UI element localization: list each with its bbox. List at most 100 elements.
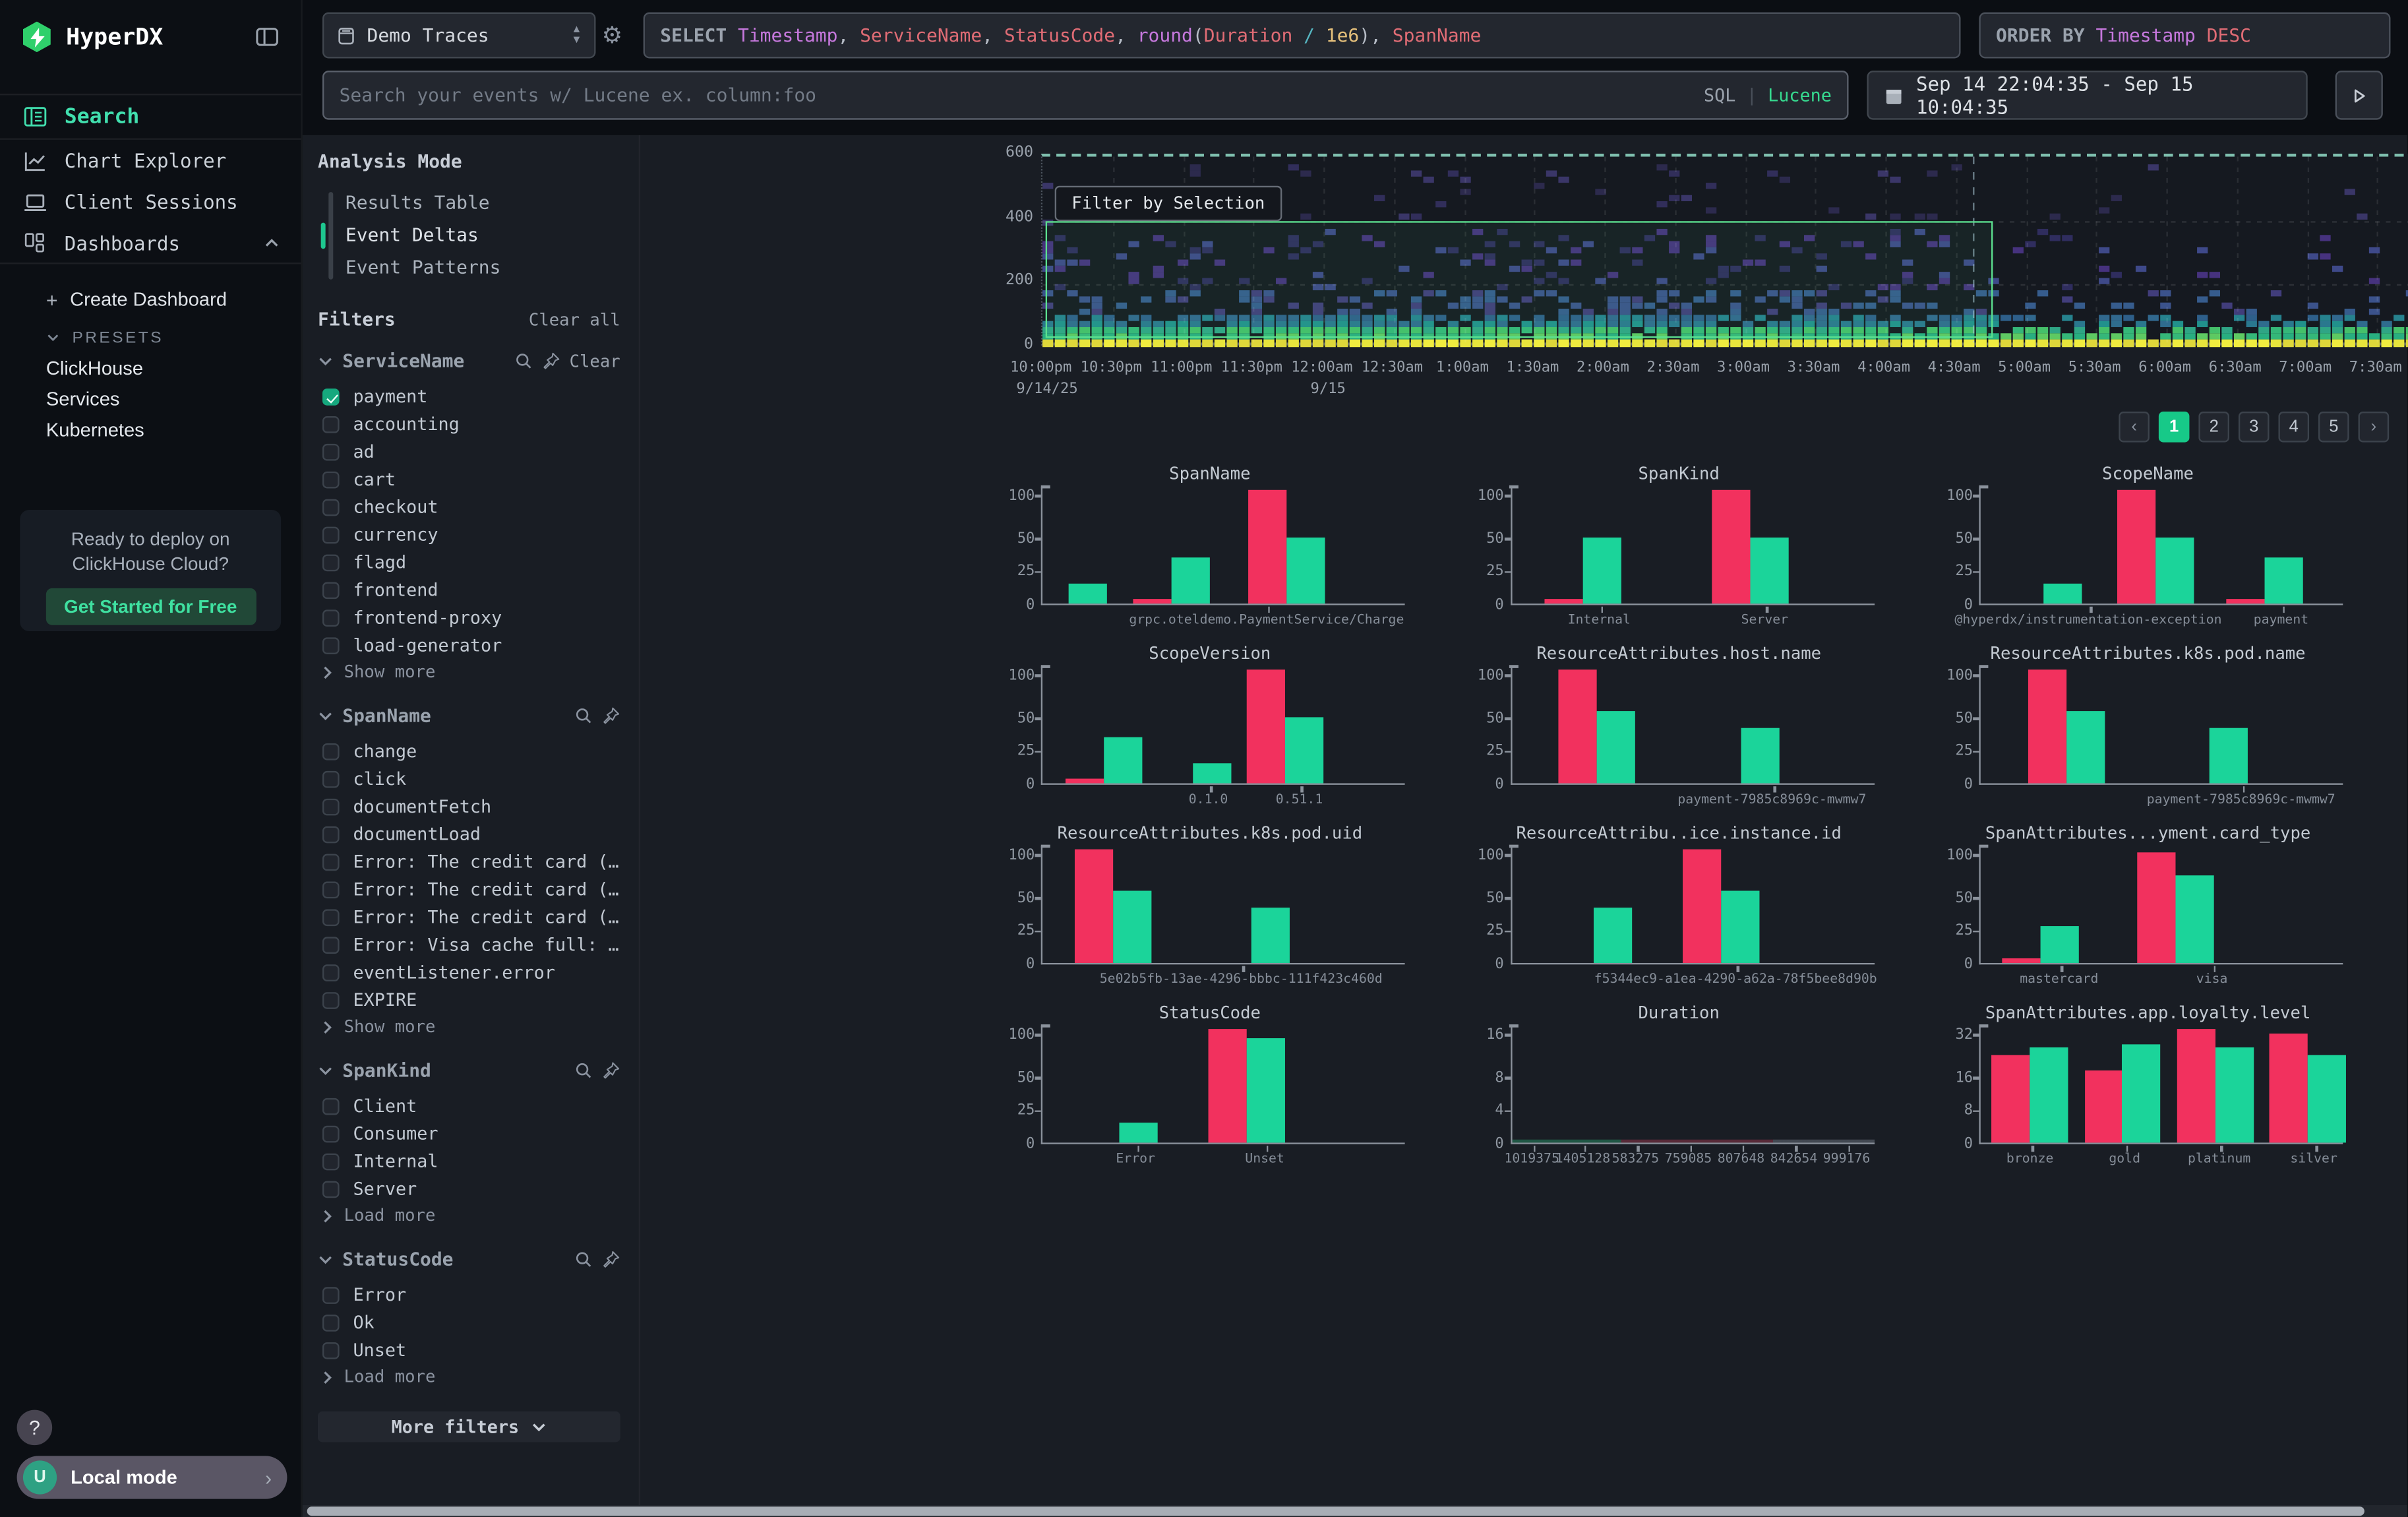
sidebar-item-client-sessions[interactable]: Client Sessions bbox=[0, 181, 301, 223]
checkbox[interactable] bbox=[322, 443, 340, 460]
checkbox[interactable] bbox=[322, 471, 340, 488]
load-more-button[interactable]: Load more bbox=[318, 1202, 620, 1229]
bar-inlier[interactable] bbox=[1750, 538, 1788, 604]
filter-section-title[interactable]: SpanKind bbox=[342, 1060, 431, 1082]
checkbox[interactable] bbox=[322, 499, 340, 516]
checkbox[interactable] bbox=[322, 388, 340, 405]
filter-checkbox-row[interactable]: Error: Visa cache full: … bbox=[318, 931, 620, 958]
filter-checkbox-row[interactable]: cart bbox=[318, 466, 620, 493]
filter-checkbox-row[interactable]: accounting bbox=[318, 410, 620, 438]
search-icon[interactable] bbox=[514, 352, 533, 370]
bar-outlier[interactable] bbox=[1683, 850, 1721, 963]
checkbox[interactable] bbox=[322, 581, 340, 598]
bar-outlier[interactable] bbox=[2177, 1028, 2215, 1142]
create-dashboard-button[interactable]: + Create Dashboard bbox=[0, 282, 301, 316]
bar-inlier[interactable] bbox=[1119, 1123, 1157, 1142]
filter-checkbox-row[interactable]: currency bbox=[318, 520, 620, 548]
filter-checkbox-row[interactable]: ad bbox=[318, 438, 620, 466]
checkbox[interactable] bbox=[322, 881, 340, 898]
bar-inlier[interactable] bbox=[2041, 926, 2079, 963]
filter-checkbox-row[interactable]: payment bbox=[318, 383, 620, 410]
bar-inlier[interactable] bbox=[2030, 1047, 2068, 1143]
bar-outlier[interactable] bbox=[1246, 670, 1284, 783]
run-query-button[interactable] bbox=[2335, 71, 2383, 120]
sidebar-link-services[interactable]: Services bbox=[0, 384, 301, 415]
load-more-button[interactable]: Load more bbox=[318, 1364, 620, 1390]
checkbox[interactable] bbox=[322, 609, 340, 626]
checkbox[interactable] bbox=[322, 798, 340, 815]
filter-checkbox-row[interactable]: documentFetch bbox=[318, 793, 620, 820]
bar-inlier[interactable] bbox=[2308, 1055, 2346, 1143]
filter-section-title[interactable]: SpanName bbox=[342, 705, 431, 727]
checkbox[interactable] bbox=[322, 1180, 340, 1197]
search-input[interactable]: Search your events w/ Lucene ex. column:… bbox=[322, 71, 1849, 120]
filter-checkbox-row[interactable]: flagd bbox=[318, 548, 620, 576]
filter-checkbox-row[interactable]: frontend-proxy bbox=[318, 604, 620, 631]
page-button-3[interactable]: 3 bbox=[2239, 412, 2270, 443]
checkbox[interactable] bbox=[322, 1125, 340, 1142]
duration-heatmap[interactable]: Filter by Selection bbox=[1041, 154, 2408, 346]
bar-inlier[interactable] bbox=[2122, 1045, 2161, 1143]
checkbox[interactable] bbox=[322, 743, 340, 760]
bar-inlier[interactable] bbox=[1114, 891, 1152, 963]
sidebar-item-search[interactable]: Search bbox=[0, 94, 301, 140]
bar-outlier[interactable] bbox=[2117, 491, 2155, 604]
bar-outlier[interactable] bbox=[1075, 850, 1114, 963]
bar-inlier[interactable] bbox=[1104, 737, 1143, 783]
checkbox[interactable] bbox=[322, 1286, 340, 1303]
checkbox[interactable] bbox=[322, 1342, 340, 1359]
bar-inlier[interactable] bbox=[1251, 908, 1290, 963]
filter-checkbox-row[interactable]: click bbox=[318, 765, 620, 793]
pin-icon[interactable] bbox=[542, 352, 560, 370]
filter-checkbox-row[interactable]: documentLoad bbox=[318, 820, 620, 848]
bar-outlier[interactable] bbox=[1208, 1030, 1246, 1142]
bar-inlier[interactable] bbox=[2155, 538, 2194, 604]
filter-checkbox-row[interactable]: EXPIRE bbox=[318, 986, 620, 1014]
get-started-button[interactable]: Get Started for Free bbox=[45, 588, 256, 625]
checkbox[interactable] bbox=[322, 936, 340, 953]
pin-icon[interactable] bbox=[602, 706, 620, 725]
bar-inlier[interactable] bbox=[1582, 538, 1621, 604]
search-icon[interactable] bbox=[574, 1061, 593, 1080]
chevron-down-icon[interactable] bbox=[318, 1254, 333, 1264]
checkbox[interactable] bbox=[322, 908, 340, 925]
checkbox[interactable] bbox=[322, 991, 340, 1008]
checkbox[interactable] bbox=[322, 853, 340, 870]
filter-checkbox-row[interactable]: Client bbox=[318, 1092, 620, 1120]
analysis-option-results-table[interactable]: Results Table bbox=[346, 187, 620, 220]
bar-outlier[interactable] bbox=[1248, 491, 1286, 604]
checkbox[interactable] bbox=[322, 1314, 340, 1331]
bar-inlier[interactable] bbox=[1068, 584, 1106, 604]
page-button-4[interactable]: 4 bbox=[2278, 412, 2309, 443]
bar-inlier[interactable] bbox=[1286, 538, 1325, 604]
analysis-option-event-patterns[interactable]: Event Patterns bbox=[346, 252, 620, 284]
bar-outlier[interactable] bbox=[1712, 491, 1750, 604]
page-button-1[interactable]: 1 bbox=[2159, 412, 2190, 443]
checkbox[interactable] bbox=[322, 964, 340, 981]
page-next-button[interactable]: › bbox=[2359, 412, 2390, 443]
filter-by-selection-button[interactable]: Filter by Selection bbox=[1055, 186, 1282, 222]
bar-inlier[interactable] bbox=[1594, 908, 1632, 963]
bar-inlier[interactable] bbox=[1193, 764, 1232, 784]
bar-inlier[interactable] bbox=[2210, 728, 2248, 783]
bar-outlier[interactable] bbox=[2270, 1034, 2308, 1143]
horizontal-scrollbar[interactable] bbox=[303, 1505, 2407, 1517]
bar-outlier[interactable] bbox=[2002, 959, 2041, 963]
chevron-down-icon[interactable] bbox=[318, 710, 333, 721]
checkbox[interactable] bbox=[322, 636, 340, 654]
bar-outlier[interactable] bbox=[1133, 600, 1172, 604]
bar-outlier[interactable] bbox=[1544, 600, 1582, 604]
presets-toggle[interactable]: PRESETS bbox=[0, 323, 301, 354]
sql-mode-button[interactable]: SQL bbox=[1704, 84, 1735, 106]
filter-checkbox-row[interactable]: Internal bbox=[318, 1147, 620, 1175]
analysis-option-event-deltas[interactable]: Event Deltas bbox=[346, 220, 620, 252]
sidebar-collapse-icon[interactable] bbox=[255, 26, 280, 48]
pin-icon[interactable] bbox=[602, 1061, 620, 1080]
checkbox[interactable] bbox=[322, 553, 340, 571]
bar-inlier[interactable] bbox=[1246, 1038, 1284, 1143]
bar-inlier[interactable] bbox=[1597, 711, 1635, 783]
clear-all-button[interactable]: Clear all bbox=[529, 309, 620, 329]
source-select[interactable]: Demo Traces ▲▼ bbox=[322, 13, 595, 59]
pin-icon[interactable] bbox=[602, 1250, 620, 1268]
checkbox[interactable] bbox=[322, 826, 340, 843]
